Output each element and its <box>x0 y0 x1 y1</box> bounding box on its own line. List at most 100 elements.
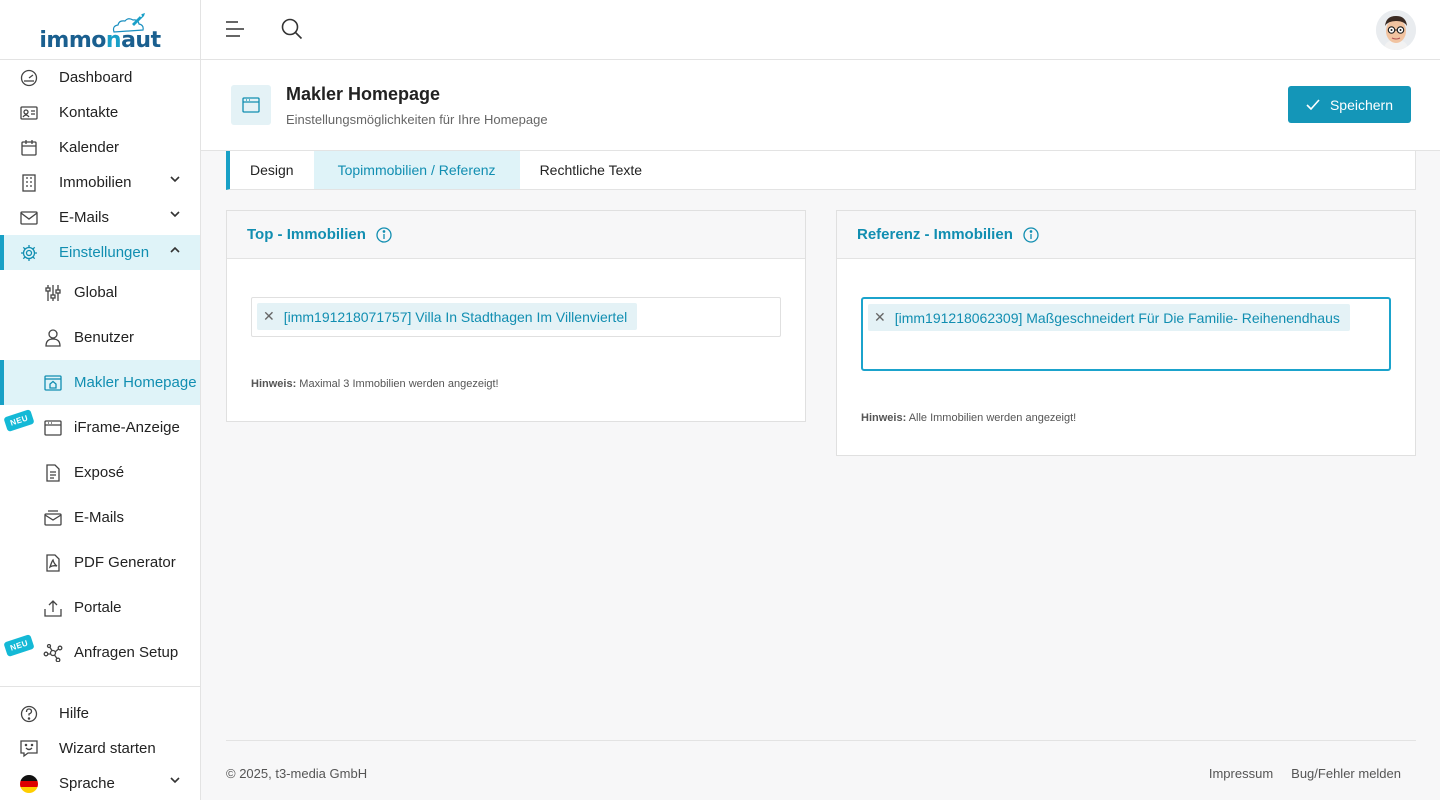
sidebar-item-label: iFrame-Anzeige <box>74 419 180 436</box>
sidebar-subitem-expose[interactable]: Exposé <box>0 450 200 495</box>
sidebar-item-label: Hilfe <box>59 705 90 722</box>
selected-tag: ✕ [imm191218062309] Maßgeschneidert Für … <box>868 304 1350 331</box>
sidebar-item-label: Einstellungen <box>59 244 150 261</box>
sidebar-bottom: Hilfe Wizard starten Sprache <box>0 686 200 800</box>
sidebar-item-label: Sprache <box>59 775 115 792</box>
sidebar-item-emails[interactable]: E-Mails <box>0 200 200 235</box>
remove-tag-icon[interactable]: ✕ <box>263 308 275 325</box>
card-header: Top - Immobilien <box>227 211 805 259</box>
bug-report-link[interactable]: Bug/Fehler melden <box>1291 766 1401 781</box>
card-title: Top - Immobilien <box>247 226 366 243</box>
rocket-icon <box>112 13 145 33</box>
sidebar: immonaut Dashboard Kontakte Kalender Imm… <box>0 0 201 800</box>
sidebar-subitem-pdf-generator[interactable]: PDF Generator <box>0 540 200 585</box>
sidebar-item-immobilien[interactable]: Immobilien <box>0 165 200 200</box>
page-title: Makler Homepage <box>286 84 441 104</box>
chat-smile-icon <box>19 739 39 759</box>
sidebar-item-label: Wizard starten <box>59 740 156 757</box>
sidebar-subitem-global[interactable]: Global <box>0 270 200 315</box>
page-header: Makler Homepage Einstellungsmöglichkeite… <box>201 60 1440 151</box>
upload-icon <box>43 598 63 618</box>
sidebar-item-label: Kontakte <box>59 104 119 121</box>
sidebar-subitem-makler-homepage[interactable]: Makler Homepage <box>0 360 200 405</box>
info-icon[interactable] <box>1023 226 1039 243</box>
sidebar-subitem-benutzer[interactable]: Benutzer <box>0 315 200 360</box>
tab-topimmobilien-referenz[interactable]: Topimmobilien / Referenz <box>313 151 520 189</box>
browser-window-icon <box>43 418 63 438</box>
card-header: Referenz - Immobilien <box>837 211 1415 259</box>
remove-tag-icon[interactable]: ✕ <box>874 309 886 326</box>
pdf-icon <box>43 553 63 573</box>
copyright: © 2025, t3-media GmbH <box>226 766 368 781</box>
homepage-icon <box>43 373 63 393</box>
check-icon <box>1306 99 1320 110</box>
tag-label: [imm191218062309] Maßgeschneidert Für Di… <box>894 309 1340 326</box>
calendar-icon <box>19 138 39 158</box>
sidebar-item-label: Anfragen Setup <box>74 644 179 661</box>
user-icon <box>43 328 63 348</box>
top-immobilien-select[interactable]: ✕ [imm191218071757] Villa In Stadthagen … <box>251 297 781 337</box>
footer: © 2025, t3-media GmbH Impressum Bug/Fehl… <box>226 740 1416 800</box>
sidebar-item-label: E-Mails <box>74 509 125 526</box>
referenz-immobilien-card: Referenz - Immobilien ✕ [imm191218062309… <box>836 210 1416 456</box>
sidebar-subitem-iframe-anzeige[interactable]: NEU iFrame-Anzeige <box>0 405 200 450</box>
document-icon <box>43 463 63 483</box>
sidebar-item-sprache[interactable]: Sprache <box>0 766 200 800</box>
sidebar-item-kalender[interactable]: Kalender <box>0 130 200 165</box>
chevron-down-icon <box>170 211 180 218</box>
referenz-immobilien-select[interactable]: ✕ [imm191218062309] Maßgeschneidert Für … <box>861 297 1391 371</box>
chevron-down-icon <box>170 777 180 784</box>
chevron-up-icon <box>170 246 180 253</box>
new-badge: NEU <box>3 633 36 658</box>
save-button-label: Speichern <box>1329 96 1394 113</box>
sidebar-item-hilfe[interactable]: Hilfe <box>0 696 200 731</box>
tab-rechtliche-texte[interactable]: Rechtliche Texte <box>520 151 662 189</box>
building-icon <box>19 173 39 193</box>
hint-text: Hinweis: Alle Immobilien werden angezeig… <box>861 412 1077 424</box>
sidebar-item-kontakte[interactable]: Kontakte <box>0 95 200 130</box>
sidebar-item-label: Dashboard <box>59 69 133 86</box>
save-button[interactable]: Speichern <box>1288 86 1411 123</box>
footer-links: Impressum Bug/Fehler melden <box>1209 766 1401 781</box>
card-title: Referenz - Immobilien <box>857 226 1013 243</box>
sidebar-item-label: Immobilien <box>59 174 132 191</box>
sidebar-item-label: Kalender <box>59 139 120 156</box>
sidebar-item-label: Makler Homepage <box>74 374 197 391</box>
sidebar-item-label: Global <box>74 284 118 301</box>
sliders-icon <box>43 283 63 303</box>
sidebar-subitem-anfragen-setup[interactable]: NEU Anfragen Setup <box>0 630 200 675</box>
sidebar-item-label: PDF Generator <box>74 554 176 571</box>
sidebar-item-wizard[interactable]: Wizard starten <box>0 731 200 766</box>
menu-toggle-icon[interactable] <box>225 18 245 40</box>
selected-tag: ✕ [imm191218071757] Villa In Stadthagen … <box>257 303 638 330</box>
info-icon[interactable] <box>376 226 392 243</box>
sidebar-item-label: Portale <box>74 599 122 616</box>
sidebar-item-label: E-Mails <box>59 209 110 226</box>
help-circle-icon <box>19 704 39 724</box>
network-icon <box>43 643 63 663</box>
tag-label: [imm191218071757] Villa In Stadthagen Im… <box>283 308 628 325</box>
sidebar-item-dashboard[interactable]: Dashboard <box>0 60 200 95</box>
sidebar-item-einstellungen[interactable]: Einstellungen <box>0 235 200 270</box>
page-subtitle: Einstellungsmöglichkeiten für Ihre Homep… <box>286 112 548 127</box>
sidebar-item-label: Exposé <box>74 464 125 481</box>
tab-design[interactable]: Design <box>230 151 314 189</box>
inbox-icon <box>43 508 63 528</box>
search-icon[interactable] <box>281 18 303 40</box>
sidebar-subitem-portale[interactable]: Portale <box>0 585 200 630</box>
logo[interactable]: immonaut <box>0 0 200 60</box>
chevron-down-icon <box>170 176 180 183</box>
contact-card-icon <box>19 103 39 123</box>
top-bar <box>201 0 1440 60</box>
avatar[interactable] <box>1376 10 1416 50</box>
german-flag-icon <box>19 774 39 794</box>
browser-window-icon <box>231 85 271 125</box>
sidebar-subitem-emails[interactable]: E-Mails <box>0 495 200 540</box>
hint-text: Hinweis: Maximal 3 Immobilien werden ang… <box>251 378 499 390</box>
gauge-icon <box>19 68 39 88</box>
envelope-icon <box>19 208 39 228</box>
impressum-link[interactable]: Impressum <box>1209 766 1273 781</box>
new-badge: NEU <box>3 408 36 433</box>
tab-bar: Design Topimmobilien / Referenz Rechtlic… <box>226 151 1416 190</box>
top-immobilien-card: Top - Immobilien ✕ [imm191218071757] Vil… <box>226 210 806 422</box>
